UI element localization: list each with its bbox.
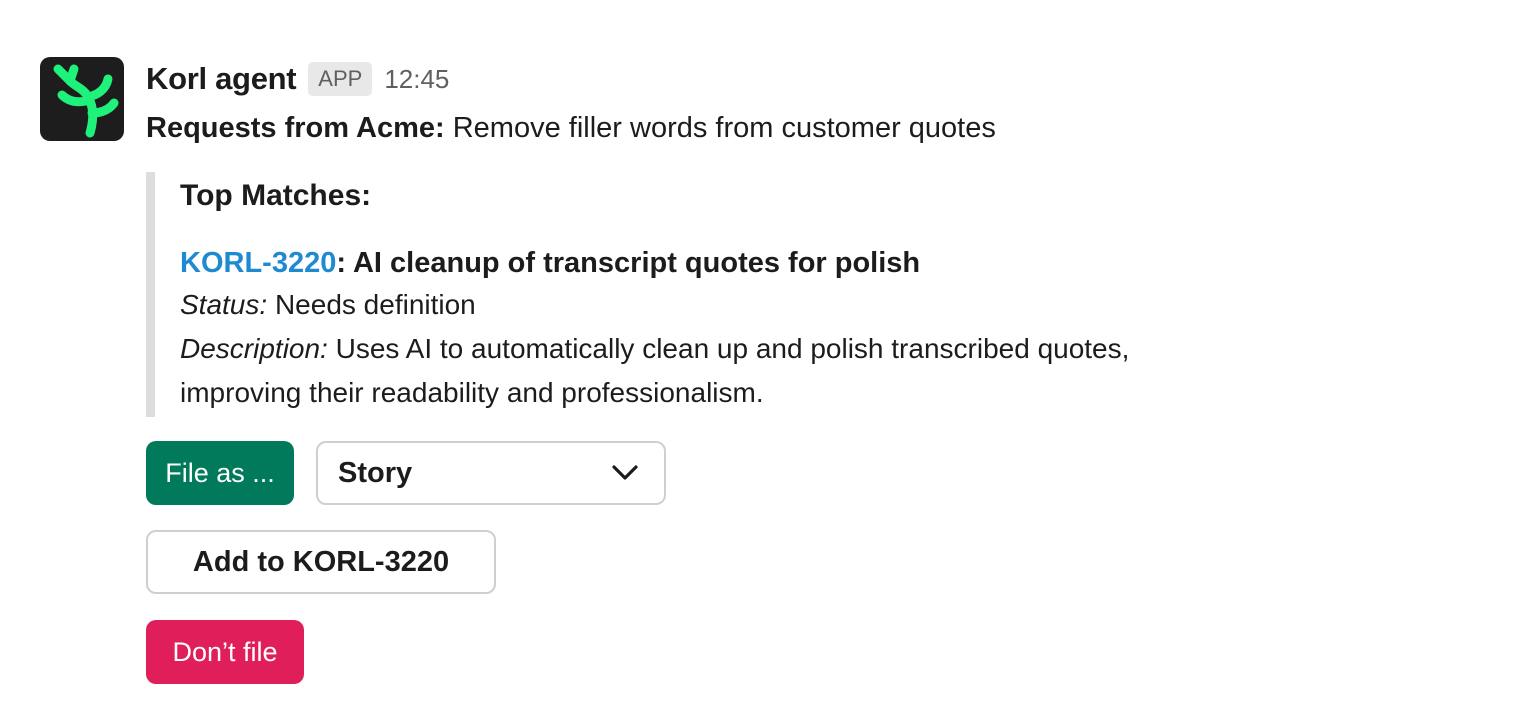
- app-badge: APP: [308, 62, 373, 96]
- message-header: Korl agent APP 12:45: [146, 58, 1446, 100]
- request-line: Requests from Acme: Remove filler words …: [146, 108, 1446, 148]
- file-as-button[interactable]: File as ...: [146, 441, 294, 505]
- file-actions-row: File as ... Story: [146, 441, 666, 505]
- message-timestamp[interactable]: 12:45: [384, 64, 449, 95]
- description-line: Description: Uses AI to automatically cl…: [180, 327, 1140, 415]
- add-to-ticket-button[interactable]: Add to KORL-3220: [146, 530, 496, 594]
- request-text: Remove filler words from customer quotes: [444, 112, 996, 144]
- ticket-separator: :: [336, 247, 346, 279]
- dont-file-button[interactable]: Don’t file: [146, 620, 304, 684]
- message-body: Korl agent APP 12:45 Requests from Acme:…: [146, 58, 1446, 148]
- ticket-link[interactable]: KORL-3220: [180, 247, 336, 279]
- top-matches-attachment: Top Matches: KORL-3220: AI cleanup of tr…: [146, 172, 1196, 417]
- korl-coral-logo-icon: [53, 64, 119, 138]
- description-label: Description:: [180, 333, 328, 364]
- sender-name[interactable]: Korl agent: [146, 61, 297, 97]
- issue-type-select[interactable]: Story: [316, 441, 666, 505]
- request-prefix: Requests from Acme:: [146, 112, 445, 144]
- status-value: Needs definition: [267, 289, 476, 320]
- ticket-title: AI cleanup of transcript quotes for poli…: [346, 247, 921, 279]
- issue-type-value: Story: [338, 456, 413, 489]
- bot-avatar[interactable]: [40, 57, 124, 141]
- status-label: Status:: [180, 289, 268, 320]
- top-matches-heading: Top Matches:: [180, 179, 372, 212]
- status-line: Status: Needs definition: [180, 283, 1196, 327]
- chevron-down-icon: [612, 465, 638, 480]
- ticket-line: KORL-3220: AI cleanup of transcript quot…: [180, 243, 1196, 283]
